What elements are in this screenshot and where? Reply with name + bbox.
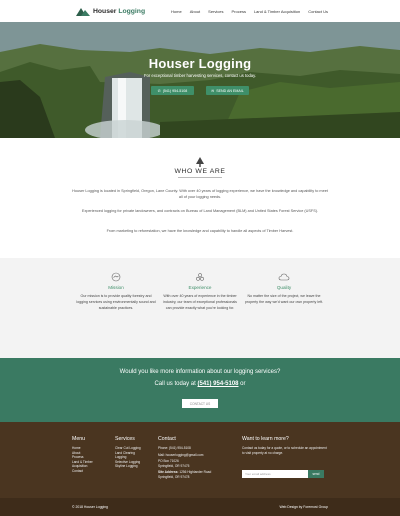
feature-quality: Quality No matter the size of the projec… xyxy=(244,272,324,305)
feature-text: Our mission is to provide quality forest… xyxy=(76,294,156,311)
site-address-street: 1256 Highlander Road xyxy=(179,470,212,475)
footer-contact: Contact Phone: (541) 954-5108 Mail: hous… xyxy=(158,436,238,480)
footer-service-link[interactable]: Clear Cut Logging xyxy=(115,446,141,451)
hero-buttons: ✆ (541) 954-5108 ✉ SEND AN EMAIL xyxy=(0,86,400,95)
footer-heading: Want to learn more? xyxy=(242,436,289,442)
newsletter-form: Your email address send xyxy=(242,470,324,478)
bottom-bar: © 2018 Houser Logging Web Design by Fore… xyxy=(0,498,400,516)
footer-po-city: Springfield, OR 97475 xyxy=(158,463,190,468)
send-button[interactable]: send xyxy=(308,470,324,478)
feature-experience: Experience With over 40 years of experie… xyxy=(160,272,240,312)
logo-text: Houser Logging xyxy=(93,7,146,15)
feature-title: Experience xyxy=(188,285,212,290)
hero-banner: Houser Logging For exceptional timber ha… xyxy=(0,22,400,138)
waterfall-forest-image xyxy=(0,22,400,138)
site-address-label: Site Address: xyxy=(158,470,180,475)
footer-heading: Menu xyxy=(72,436,85,442)
section-title: WHO WE ARE xyxy=(174,168,226,175)
who-we-are-section: WHO WE ARE Houser Logging is located in … xyxy=(0,138,400,258)
footer-heading: Contact xyxy=(158,436,176,442)
cta-call-text: Call us today at xyxy=(154,381,198,387)
who-paragraph-2: Experienced logging for private landowne… xyxy=(81,209,319,213)
nav-item-contact[interactable]: Contact Us xyxy=(308,9,328,14)
tree-icon xyxy=(196,157,204,167)
footer-newsletter: Want to learn more? Contact us today for… xyxy=(242,436,330,455)
nav-item-home[interactable]: Home xyxy=(171,9,182,14)
cta-call-line: Call us today at (541) 954-5108 or xyxy=(0,381,400,387)
footer: Menu Home About Process Land & Timber Ac… xyxy=(0,422,400,504)
feature-mission: Mission Our mission is to provide qualit… xyxy=(76,272,156,312)
logo[interactable]: Houser Logging xyxy=(76,7,145,16)
title-divider xyxy=(178,177,222,178)
envelope-icon: ✉ xyxy=(211,88,215,93)
send-email-button[interactable]: ✉ SEND AN EMAIL xyxy=(206,86,249,95)
feature-title: Mission xyxy=(108,285,124,290)
hero-title: Houser Logging xyxy=(148,56,252,71)
footer-email[interactable]: Mail: houserlogging@gmail.com xyxy=(158,453,238,458)
footer-phone[interactable]: Phone: (541) 954-5108 xyxy=(158,446,238,451)
newsletter-text: Contact us today for a quote, or to sche… xyxy=(242,446,327,455)
cta-section: Would you like more information about ou… xyxy=(0,358,400,422)
feature-text: With over 40 years of experience in the … xyxy=(163,294,237,311)
web-design-credit[interactable]: Web Design by Foremost Group xyxy=(279,505,328,509)
footer-site-city: Springfield, OR 97478 xyxy=(158,474,190,479)
footer-menu: Menu Home About Process Land & Timber Ac… xyxy=(72,436,93,474)
feature-title: Quality xyxy=(276,285,292,290)
footer-service-link[interactable]: Skyline Logging xyxy=(115,464,141,469)
hero-subtitle: For exceptional timber harvesting servic… xyxy=(143,73,257,78)
footer-link-contact[interactable]: Contact xyxy=(72,469,93,474)
features-section: Mission Our mission is to provide qualit… xyxy=(0,258,400,358)
phone-icon: ✆ xyxy=(157,88,161,93)
cta-phone-link[interactable]: (541) 954-5108 xyxy=(197,381,238,387)
who-paragraph-1: Houser Logging is located in Springfield… xyxy=(72,189,328,199)
cloud-icon xyxy=(278,273,290,281)
nav-item-services[interactable]: Services xyxy=(208,9,223,14)
top-nav: Houser Logging Home About Services Proce… xyxy=(0,0,400,22)
nav-item-about[interactable]: About xyxy=(190,9,200,14)
footer-heading: Services xyxy=(115,436,135,442)
cta-or-text: or xyxy=(238,381,246,387)
main-menu: Home About Services Process Land & Timbe… xyxy=(171,9,328,14)
who-paragraph-3: From marketing to reforestation, we have… xyxy=(106,229,294,233)
feature-text: No matter the size of the project, we le… xyxy=(244,294,324,305)
nav-item-process[interactable]: Process xyxy=(232,9,246,14)
send-email-button-label: SEND AN EMAIL xyxy=(216,88,244,93)
contact-us-button[interactable]: CONTACT US xyxy=(182,399,218,408)
team-icon xyxy=(196,273,204,281)
call-button-label: (541) 954-5108 xyxy=(162,88,188,93)
email-input[interactable]: Your email address xyxy=(242,470,308,478)
cta-question: Would you like more information about ou… xyxy=(119,369,281,375)
nav-item-land-timber[interactable]: Land & Timber Acquisition xyxy=(254,9,300,14)
handshake-icon xyxy=(111,272,121,282)
call-button[interactable]: ✆ (541) 954-5108 xyxy=(151,86,194,95)
mountain-logo-icon xyxy=(76,7,90,16)
copyright: © 2018 Houser Logging xyxy=(72,505,108,509)
footer-services: Services Clear Cut Logging Land Clearing… xyxy=(115,436,141,469)
